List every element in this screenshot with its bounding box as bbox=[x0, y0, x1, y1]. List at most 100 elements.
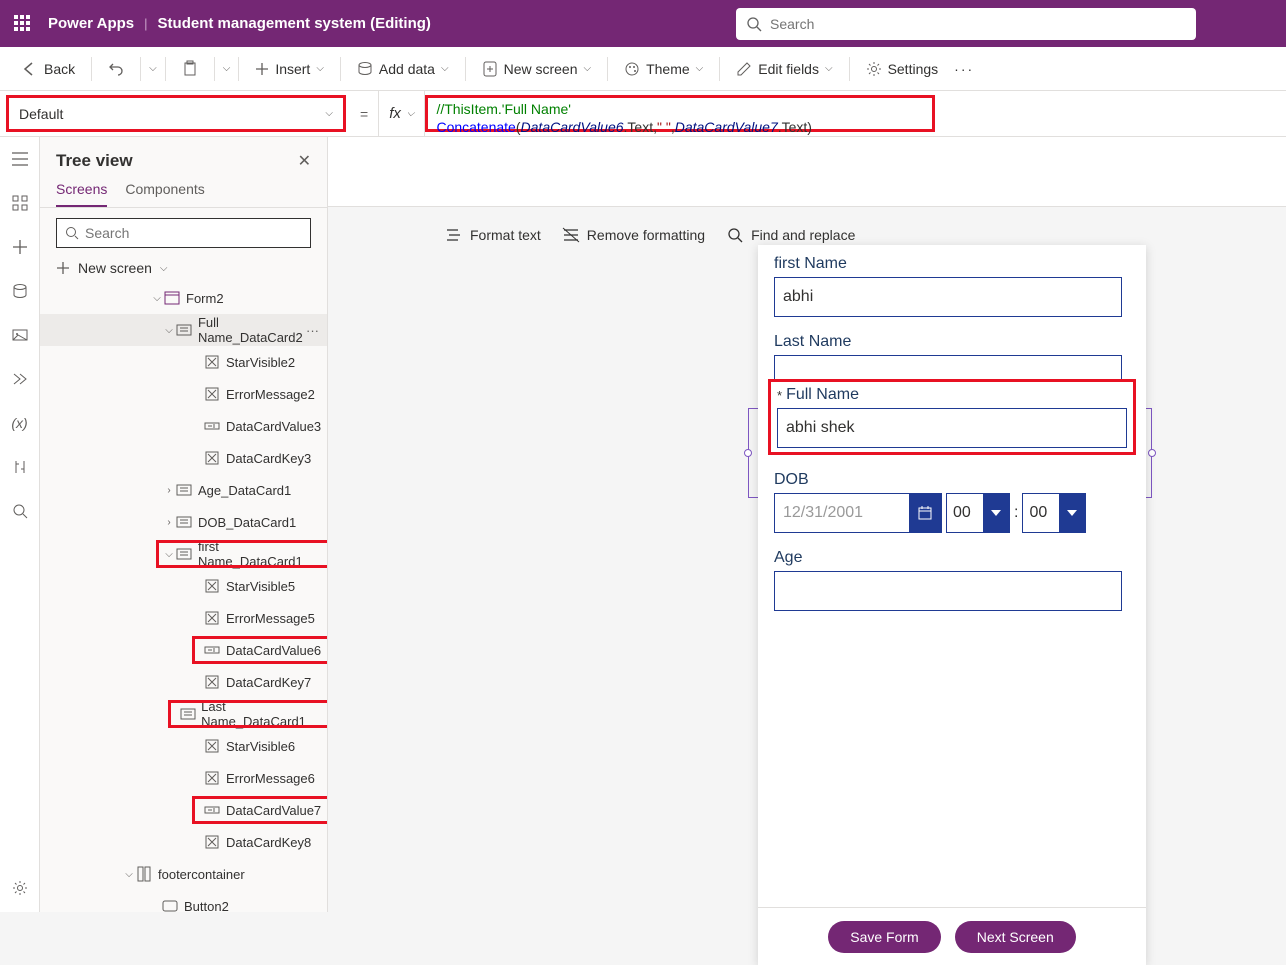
tree-item[interactable]: ErrorMessage5 bbox=[40, 602, 327, 634]
tree-icon[interactable] bbox=[10, 193, 30, 213]
tools-rail-icon[interactable] bbox=[10, 457, 30, 477]
insert-button[interactable]: Insert ⌵ bbox=[247, 55, 332, 83]
plus-icon bbox=[56, 261, 70, 275]
tree-list: ⌵Form2 ⌵Full Name_DataCard2··· StarVisib… bbox=[40, 282, 327, 912]
last-name-label: Last Name bbox=[774, 333, 1130, 351]
variables-rail-icon[interactable]: (x) bbox=[10, 413, 30, 433]
plus-rail-icon[interactable] bbox=[10, 237, 30, 257]
tree-search[interactable] bbox=[56, 218, 311, 248]
search-rail-icon[interactable] bbox=[10, 501, 30, 521]
last-name-input[interactable] bbox=[774, 355, 1122, 381]
more-button[interactable]: ··· bbox=[950, 55, 978, 83]
dob-minute-select[interactable]: 00 bbox=[1022, 493, 1086, 533]
remove-formatting-button[interactable]: Remove formatting bbox=[563, 227, 705, 243]
new-screen-link[interactable]: New screen ⌵ bbox=[56, 258, 311, 278]
gear-icon bbox=[866, 61, 882, 77]
equals-sign: = bbox=[350, 91, 378, 136]
dob-hour-select[interactable]: 00 bbox=[946, 493, 1010, 533]
close-icon[interactable]: ✕ bbox=[298, 151, 311, 171]
tree-view-panel: Tree view ✕ Screens Components New scree… bbox=[40, 137, 328, 912]
remove-format-icon bbox=[563, 228, 579, 242]
form-footer: Save Form Next Screen bbox=[758, 907, 1146, 965]
fx-label[interactable]: fx ⌵ bbox=[378, 91, 425, 136]
save-form-button[interactable]: Save Form bbox=[828, 921, 940, 953]
next-screen-button[interactable]: Next Screen bbox=[955, 921, 1076, 953]
flow-rail-icon[interactable] bbox=[10, 369, 30, 389]
app-header: Power Apps | Student management system (… bbox=[0, 0, 1286, 47]
tree-item-lastname-card[interactable]: Last Name_DataCard1 bbox=[40, 698, 327, 730]
first-name-input[interactable]: abhi bbox=[774, 277, 1122, 317]
tree-item-val7[interactable]: DataCardValue7 bbox=[40, 794, 327, 826]
tree-item-form2[interactable]: ⌵Form2 bbox=[40, 282, 327, 314]
tree-item-age-card[interactable]: ›Age_DataCard1 bbox=[40, 474, 327, 506]
tree-item[interactable]: StarVisible5 bbox=[40, 570, 327, 602]
full-name-datacard[interactable]: * Full Name abhi shek bbox=[768, 379, 1136, 455]
tree-title: Tree view bbox=[56, 151, 133, 171]
search-icon bbox=[746, 16, 762, 32]
screen-icon bbox=[482, 61, 498, 77]
waffle-icon[interactable] bbox=[14, 15, 32, 33]
clipboard-icon bbox=[182, 61, 198, 77]
tree-item[interactable]: ErrorMessage2 bbox=[40, 378, 327, 410]
search-icon bbox=[65, 226, 79, 240]
find-replace-button[interactable]: Find and replace bbox=[727, 227, 855, 243]
media-rail-icon[interactable] bbox=[10, 325, 30, 345]
chevron-down-icon: ⌵ bbox=[441, 63, 449, 74]
tree-item[interactable]: DataCardKey8 bbox=[40, 826, 327, 858]
app-preview: first Name abhi Last Name * Full Name ab… bbox=[758, 245, 1146, 965]
tree-item[interactable]: DataCardKey7 bbox=[40, 666, 327, 698]
tree-item[interactable]: StarVisible2 bbox=[40, 346, 327, 378]
search-icon bbox=[727, 227, 743, 243]
full-name-input[interactable]: abhi shek bbox=[777, 408, 1127, 448]
chevron-down-icon: ⌵ bbox=[696, 63, 704, 74]
tree-item-footer[interactable]: ⌵footercontainer bbox=[40, 858, 327, 890]
format-icon bbox=[446, 228, 462, 242]
property-selector[interactable]: Default ⌵ bbox=[6, 95, 346, 132]
paste-button[interactable] bbox=[174, 55, 206, 83]
add-data-button[interactable]: Add data ⌵ bbox=[349, 55, 457, 83]
calendar-icon[interactable] bbox=[909, 493, 941, 533]
tree-item-val6[interactable]: DataCardValue6 bbox=[40, 634, 327, 666]
chevron-down-icon bbox=[1059, 493, 1085, 533]
tree-item-button2[interactable]: Button2 bbox=[40, 890, 327, 912]
tab-screens[interactable]: Screens bbox=[56, 181, 107, 207]
tree-item[interactable]: DataCardKey3 bbox=[40, 442, 327, 474]
command-bar: Back ⌵ ⌵ Insert ⌵ Add data ⌵ New screen … bbox=[0, 47, 1286, 91]
back-button[interactable]: Back bbox=[14, 55, 83, 83]
chevron-down-icon: ⌵ bbox=[325, 108, 333, 119]
hamburger-icon[interactable] bbox=[10, 149, 30, 169]
plus-icon bbox=[255, 62, 269, 76]
dob-date-picker[interactable]: 12/31/2001 bbox=[774, 493, 942, 533]
edit-icon bbox=[736, 61, 752, 77]
theme-button[interactable]: Theme ⌵ bbox=[616, 55, 711, 83]
tree-item-fullname-card[interactable]: ⌵Full Name_DataCard2··· bbox=[40, 314, 327, 346]
tree-item-dob-card[interactable]: ›DOB_DataCard1 bbox=[40, 506, 327, 538]
tree-item[interactable]: StarVisible6 bbox=[40, 730, 327, 762]
settings-rail-icon[interactable] bbox=[10, 878, 30, 898]
file-title: Student management system (Editing) bbox=[158, 15, 431, 32]
data-rail-icon[interactable] bbox=[10, 281, 30, 301]
tree-item[interactable]: ErrorMessage6 bbox=[40, 762, 327, 794]
tab-components[interactable]: Components bbox=[125, 181, 204, 207]
age-label: Age bbox=[774, 549, 1130, 567]
formula-input[interactable]: //ThisItem.'Full Name' Concatenate(DataC… bbox=[425, 95, 935, 132]
tree-item[interactable]: DataCardValue3 bbox=[40, 410, 327, 442]
search-input[interactable] bbox=[770, 16, 1186, 32]
undo-button[interactable] bbox=[100, 55, 132, 83]
new-screen-button[interactable]: New screen ⌵ bbox=[474, 55, 600, 83]
age-input[interactable] bbox=[774, 571, 1122, 611]
edit-fields-button[interactable]: Edit fields ⌵ bbox=[728, 55, 840, 83]
chevron-down-icon: ⌵ bbox=[407, 108, 415, 119]
chevron-down-icon: ⌵ bbox=[584, 63, 592, 74]
format-text-button[interactable]: Format text bbox=[446, 227, 541, 243]
chevron-down-icon[interactable]: ⌵ bbox=[223, 63, 231, 74]
global-search[interactable] bbox=[736, 8, 1196, 40]
arrow-left-icon bbox=[22, 61, 38, 77]
more-icon[interactable]: ··· bbox=[306, 323, 319, 338]
settings-button[interactable]: Settings bbox=[858, 55, 947, 83]
palette-icon bbox=[624, 61, 640, 77]
chevron-down-icon[interactable]: ⌵ bbox=[149, 63, 157, 74]
chevron-down-icon: ⌵ bbox=[825, 63, 833, 74]
tree-item-firstname-card[interactable]: ⌵first Name_DataCard1 bbox=[40, 538, 327, 570]
formula-bar: Default ⌵ = fx ⌵ //ThisItem.'Full Name' … bbox=[0, 91, 1286, 137]
